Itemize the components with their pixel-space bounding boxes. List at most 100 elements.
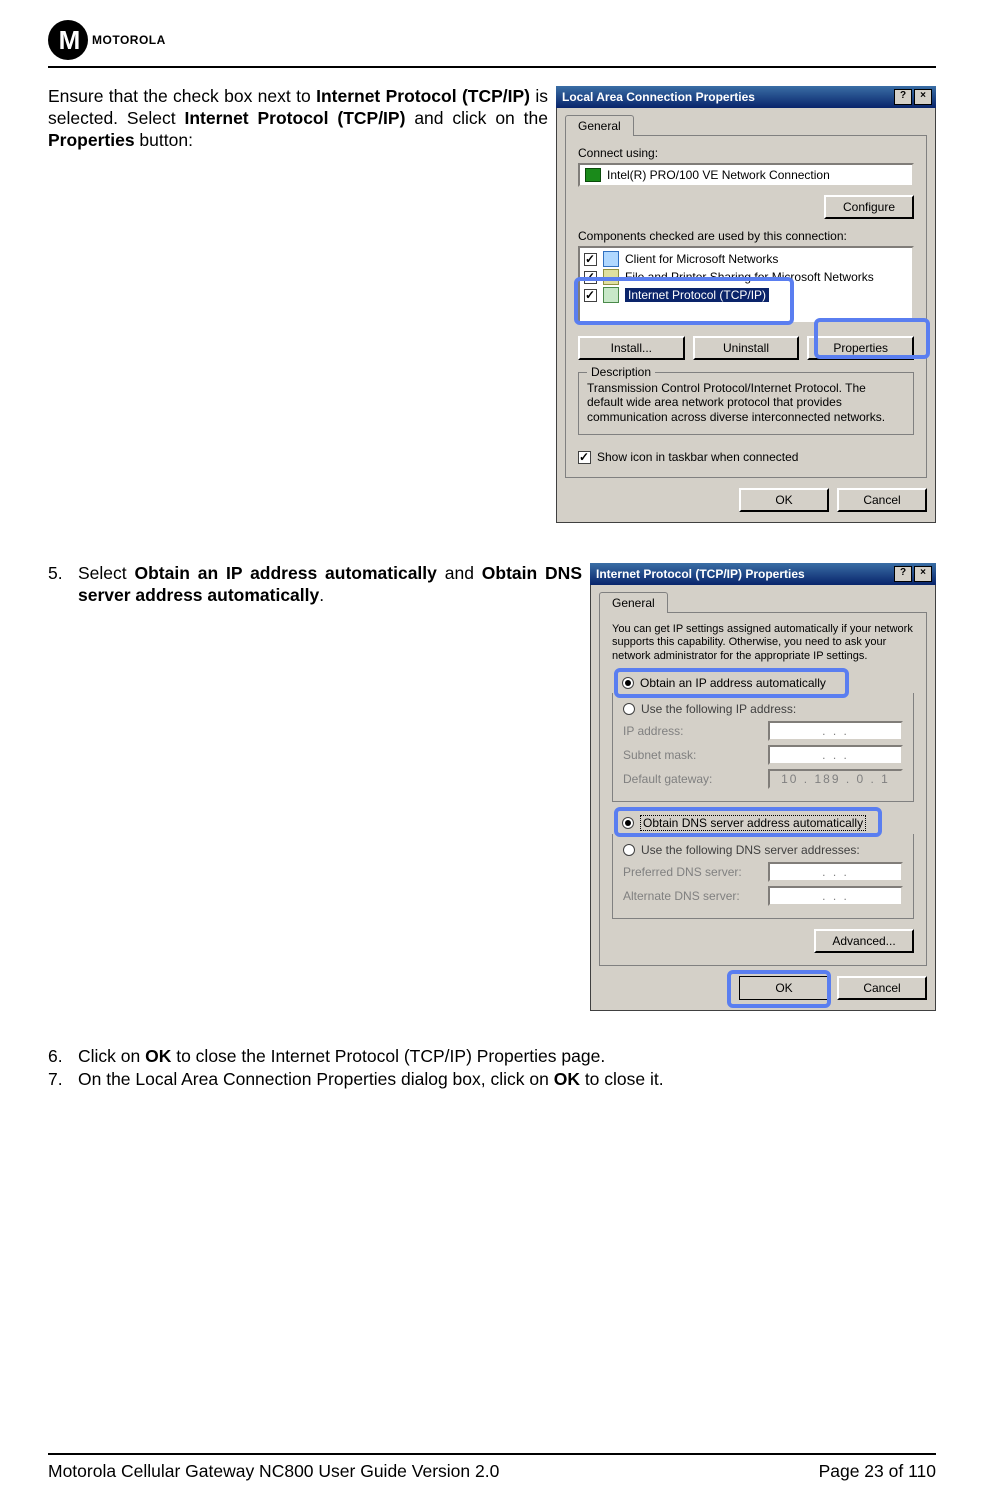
dialog-body: General Connect using: Intel(R) PRO/100 …	[556, 108, 936, 523]
bold-text: OK	[554, 1069, 580, 1089]
cancel-button[interactable]: Cancel	[837, 976, 927, 1000]
pref-dns-field[interactable]: . . .	[768, 862, 903, 882]
dialog-titlebar: Local Area Connection Properties ? ×	[556, 86, 936, 108]
install-button[interactable]: Install...	[578, 336, 685, 360]
alt-dns-field[interactable]: . . .	[768, 886, 903, 906]
description-text: Transmission Control Protocol/Internet P…	[587, 381, 905, 424]
radio-icon[interactable]	[622, 677, 634, 689]
ip-address-row: IP address: . . .	[623, 719, 903, 743]
show-icon-label: Show icon in taskbar when connected	[597, 450, 798, 464]
advanced-button[interactable]: Advanced...	[814, 929, 914, 953]
properties-button[interactable]: Properties	[807, 336, 914, 360]
subnet-field[interactable]: . . .	[768, 745, 903, 765]
page-header: MOTOROLA	[48, 20, 936, 68]
gateway-label: Default gateway:	[623, 772, 712, 786]
alt-dns-row: Alternate DNS server: . . .	[623, 884, 903, 908]
text: to close it.	[580, 1069, 664, 1089]
section-step5: 5. Select Obtain an IP address automatic…	[48, 563, 936, 1011]
tab-strip: General	[565, 114, 927, 135]
gateway-field[interactable]: 10 . 189 . 0 . 1	[768, 769, 903, 789]
bold-text: Properties	[48, 130, 135, 150]
radio-label: Use the following DNS server addresses:	[641, 843, 860, 857]
page: MOTOROLA Ensure that the check box next …	[0, 0, 984, 1508]
logo-text: MOTOROLA	[92, 33, 166, 47]
step-number: 5.	[48, 563, 70, 607]
logo-icon	[48, 20, 88, 60]
show-icon-row[interactable]: Show icon in taskbar when connected	[578, 447, 914, 467]
radio-label: Obtain an IP address automatically	[640, 676, 826, 690]
checkbox-icon[interactable]	[584, 253, 597, 266]
ip-label: IP address:	[623, 724, 683, 738]
text: and	[437, 563, 482, 583]
local-area-connection-properties-dialog: Local Area Connection Properties ? × Gen…	[556, 86, 936, 523]
radio-obtain-ip-auto[interactable]: Obtain an IP address automatically	[612, 673, 914, 693]
dialog-title: Internet Protocol (TCP/IP) Properties	[596, 567, 805, 581]
step-number: 7.	[48, 1068, 70, 1092]
text: to close the Internet Protocol (TCP/IP) …	[171, 1046, 605, 1066]
description-legend: Description	[587, 365, 655, 379]
text: Click on	[78, 1046, 145, 1066]
ok-button[interactable]: OK	[739, 488, 829, 512]
dialog-titlebar: Internet Protocol (TCP/IP) Properties ? …	[590, 563, 936, 585]
ok-button[interactable]: OK	[739, 976, 829, 1000]
section-tcpip-select: Ensure that the check box next to Intern…	[48, 86, 936, 523]
checkbox-icon[interactable]	[584, 289, 597, 302]
radio-icon[interactable]	[622, 817, 634, 829]
description-group: Description Transmission Control Protoco…	[578, 372, 914, 435]
radio-label: Use the following IP address:	[641, 702, 796, 716]
bold-text: Internet Protocol (TCP/IP)	[184, 108, 405, 128]
radio-obtain-dns-auto[interactable]: Obtain DNS server address automatically	[612, 812, 914, 834]
dialog-body: General You can get IP settings assigned…	[590, 585, 936, 1011]
radio-label: Obtain DNS server address automatically	[640, 815, 866, 831]
help-button[interactable]: ?	[894, 566, 912, 582]
adapter-field: Intel(R) PRO/100 VE Network Connection	[578, 163, 914, 187]
radio-use-ip[interactable]: Use the following IP address:	[623, 699, 903, 719]
list-item[interactable]: Client for Microsoft Networks	[580, 250, 912, 268]
nic-icon	[585, 168, 601, 182]
uninstall-button[interactable]: Uninstall	[693, 336, 800, 360]
bold-text: Obtain an IP address automatically	[134, 563, 436, 583]
checkbox-icon[interactable]	[584, 271, 597, 284]
tab-general[interactable]: General	[599, 592, 668, 613]
radio-icon[interactable]	[623, 844, 635, 856]
pref-dns-label: Preferred DNS server:	[623, 865, 742, 879]
tab-strip: General	[599, 591, 927, 612]
tab-general[interactable]: General	[565, 115, 634, 136]
subnet-label: Subnet mask:	[623, 748, 696, 762]
close-button[interactable]: ×	[914, 89, 932, 105]
configure-button[interactable]: Configure	[824, 195, 914, 219]
ip-address-field[interactable]: . . .	[768, 721, 903, 741]
radio-use-dns[interactable]: Use the following DNS server addresses:	[623, 840, 903, 860]
text: button:	[135, 130, 193, 150]
text: and click on the	[405, 108, 548, 128]
step-text: On the Local Area Connection Properties …	[78, 1068, 664, 1092]
components-listbox[interactable]: Client for Microsoft Networks File and P…	[578, 246, 914, 324]
logo: MOTOROLA	[48, 20, 936, 60]
step-number: 6.	[48, 1045, 70, 1069]
use-dns-group: Use the following DNS server addresses: …	[612, 834, 914, 919]
checkbox-icon[interactable]	[578, 451, 591, 464]
step-text: Select Obtain an IP address automaticall…	[78, 563, 582, 607]
text: .	[319, 585, 324, 605]
network-icon	[603, 287, 619, 303]
help-button[interactable]: ?	[894, 89, 912, 105]
alt-dns-label: Alternate DNS server:	[623, 889, 740, 903]
footer-left: Motorola Cellular Gateway NC800 User Gui…	[48, 1461, 499, 1482]
components-label: Components checked are used by this conn…	[578, 229, 914, 243]
use-ip-group: Use the following IP address: IP address…	[612, 693, 914, 802]
close-button[interactable]: ×	[914, 566, 932, 582]
gateway-row: Default gateway: 10 . 189 . 0 . 1	[623, 767, 903, 791]
list-item[interactable]: File and Printer Sharing for Microsoft N…	[580, 268, 912, 286]
list-item-label: Internet Protocol (TCP/IP)	[625, 288, 769, 302]
step-text: Click on OK to close the Internet Protoc…	[78, 1045, 605, 1069]
bold-text: OK	[145, 1046, 171, 1066]
steps-6-7: 6. Click on OK to close the Internet Pro…	[48, 1045, 936, 1092]
share-icon	[603, 269, 619, 285]
cancel-button[interactable]: Cancel	[837, 488, 927, 512]
text: Ensure that the check box next to	[48, 86, 316, 106]
text: On the Local Area Connection Properties …	[78, 1069, 554, 1089]
info-text: You can get IP settings assigned automat…	[612, 623, 914, 663]
pref-dns-row: Preferred DNS server: . . .	[623, 860, 903, 884]
list-item[interactable]: Internet Protocol (TCP/IP)	[580, 286, 912, 304]
radio-icon[interactable]	[623, 703, 635, 715]
